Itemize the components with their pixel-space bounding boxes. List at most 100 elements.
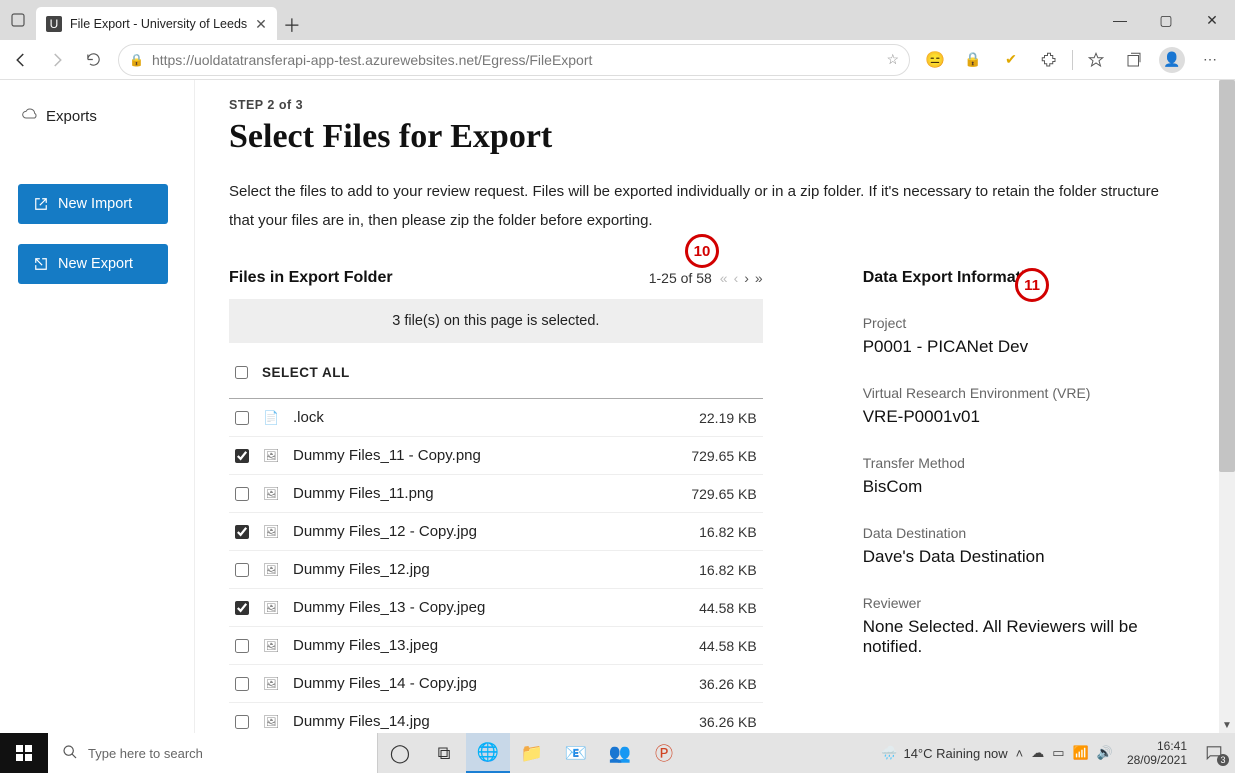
address-bar[interactable]: 🔒 https://uoldatatransferapi-app-test.az… bbox=[118, 44, 910, 76]
sidebar-item-exports[interactable]: Exports bbox=[18, 100, 176, 132]
forward-button[interactable] bbox=[40, 43, 74, 77]
minimize-button[interactable]: ― bbox=[1097, 0, 1143, 40]
time-text: 16:41 bbox=[1157, 739, 1187, 753]
cloud-sync-icon[interactable]: ☁ bbox=[1031, 745, 1044, 761]
clock[interactable]: 16:41 28/09/2021 bbox=[1127, 739, 1187, 768]
file-checkbox[interactable] bbox=[235, 563, 249, 577]
table-row: 📄.lock22.19 KB bbox=[229, 399, 763, 437]
image-file-icon: 🖼 bbox=[263, 676, 279, 692]
explorer-icon[interactable]: 📁 bbox=[510, 733, 554, 773]
task-view-icon[interactable]: ⧉ bbox=[422, 733, 466, 773]
file-size: 729.65 KB bbox=[677, 486, 757, 502]
file-checkbox[interactable] bbox=[235, 411, 249, 425]
main-content: STEP 2 of 3 Select Files for Export Sele… bbox=[195, 80, 1219, 733]
files-panel-title: Files in Export Folder bbox=[229, 269, 393, 287]
pager-first-icon[interactable]: « bbox=[720, 270, 728, 286]
notifications-icon[interactable]: 3 bbox=[1201, 743, 1227, 764]
pager-prev-icon[interactable]: ‹ bbox=[734, 270, 739, 286]
table-row: 🖼Dummy Files_13.jpeg44.58 KB bbox=[229, 627, 763, 665]
new-tab-button[interactable]: ＋ bbox=[277, 10, 307, 40]
file-name: Dummy Files_12 - Copy.jpg bbox=[293, 523, 663, 540]
extensions-icon[interactable] bbox=[1032, 43, 1066, 77]
ext-norton-icon[interactable]: 😑 bbox=[918, 43, 952, 77]
file-checkbox[interactable] bbox=[235, 449, 249, 463]
method-label: Transfer Method bbox=[863, 455, 1179, 471]
battery-icon[interactable]: ▭ bbox=[1052, 745, 1064, 761]
pager-last-icon[interactable]: » bbox=[755, 270, 763, 286]
browser-tab[interactable]: U File Export - University of Leeds ✕ bbox=[36, 7, 277, 41]
pager-range: 1-25 of 58 bbox=[649, 270, 712, 286]
select-all-checkbox[interactable] bbox=[235, 366, 248, 379]
file-name: Dummy Files_14 - Copy.jpg bbox=[293, 675, 663, 692]
page-title: Select Files for Export bbox=[229, 118, 1179, 156]
close-window-button[interactable]: ✕ bbox=[1189, 0, 1235, 40]
file-name: Dummy Files_11 - Copy.png bbox=[293, 447, 663, 464]
table-row: 🖼Dummy Files_12.jpg16.82 KB bbox=[229, 551, 763, 589]
titlebar: U File Export - University of Leeds ✕ ＋ … bbox=[0, 0, 1235, 40]
select-all-row[interactable]: SELECT ALL bbox=[229, 347, 763, 399]
page-description: Select the files to add to your review r… bbox=[229, 178, 1179, 235]
collections-icon[interactable] bbox=[1117, 43, 1151, 77]
method-value: BisCom bbox=[863, 477, 1179, 497]
tab-actions-icon[interactable] bbox=[4, 6, 32, 34]
file-checkbox[interactable] bbox=[235, 601, 249, 615]
profile-avatar[interactable]: 👤 bbox=[1155, 43, 1189, 77]
more-button[interactable]: ⋯ bbox=[1193, 43, 1227, 77]
image-file-icon: 🖼 bbox=[263, 600, 279, 616]
weather-text: 14°C Raining now bbox=[903, 746, 1007, 761]
edge-icon[interactable]: 🌐 bbox=[466, 733, 510, 773]
annotation-11: 11 bbox=[1015, 268, 1049, 302]
maximize-button[interactable]: ▢ bbox=[1143, 0, 1189, 40]
weather-widget[interactable]: 🌧️ 14°C Raining now bbox=[881, 745, 1007, 761]
image-file-icon: 🖼 bbox=[263, 638, 279, 654]
powerpoint-icon[interactable]: Ⓟ bbox=[642, 733, 686, 773]
file-name: Dummy Files_12.jpg bbox=[293, 561, 663, 578]
scroll-down-icon[interactable]: ▼ bbox=[1219, 717, 1235, 733]
pager-next-icon[interactable]: › bbox=[744, 270, 749, 286]
table-row: 🖼Dummy Files_13 - Copy.jpeg44.58 KB bbox=[229, 589, 763, 627]
start-button[interactable] bbox=[0, 733, 48, 773]
image-file-icon: 🖼 bbox=[263, 524, 279, 540]
ext-green-lock-icon[interactable]: 🔒 bbox=[956, 43, 990, 77]
scroll-thumb[interactable] bbox=[1219, 80, 1235, 472]
file-name: Dummy Files_14.jpg bbox=[293, 713, 663, 730]
file-size: 22.19 KB bbox=[677, 410, 757, 426]
tab-title: File Export - University of Leeds bbox=[70, 17, 247, 31]
new-import-button[interactable]: New Import bbox=[18, 184, 168, 224]
project-label: Project bbox=[863, 315, 1179, 331]
select-all-label: SELECT ALL bbox=[262, 365, 350, 380]
file-checkbox[interactable] bbox=[235, 487, 249, 501]
refresh-button[interactable] bbox=[76, 43, 110, 77]
date-text: 28/09/2021 bbox=[1127, 753, 1187, 767]
favorites-star-icon[interactable]: ☆ bbox=[886, 51, 899, 68]
tab-close-icon[interactable]: ✕ bbox=[255, 16, 267, 33]
file-size: 36.26 KB bbox=[677, 714, 757, 730]
chevron-up-icon[interactable]: ˄ bbox=[1016, 746, 1024, 761]
teams-icon[interactable]: 👥 bbox=[598, 733, 642, 773]
file-checkbox[interactable] bbox=[235, 525, 249, 539]
favorites-icon[interactable] bbox=[1079, 43, 1113, 77]
file-checkbox[interactable] bbox=[235, 639, 249, 653]
ext-checkmark-icon[interactable]: ✔ bbox=[994, 43, 1028, 77]
outlook-icon[interactable]: 📧 bbox=[554, 733, 598, 773]
sidebar-label: Exports bbox=[46, 108, 97, 125]
file-checkbox[interactable] bbox=[235, 715, 249, 729]
file-size: 36.26 KB bbox=[677, 676, 757, 692]
destination-value: Dave's Data Destination bbox=[863, 547, 1179, 567]
file-name: Dummy Files_11.png bbox=[293, 485, 663, 502]
sound-icon[interactable]: 🔊 bbox=[1097, 745, 1113, 761]
cortana-icon[interactable]: ◯ bbox=[378, 733, 422, 773]
vre-label: Virtual Research Environment (VRE) bbox=[863, 385, 1179, 401]
urlbar: 🔒 https://uoldatatransferapi-app-test.az… bbox=[0, 40, 1235, 80]
file-size: 16.82 KB bbox=[677, 524, 757, 540]
weather-icon: 🌧️ bbox=[881, 745, 897, 761]
table-row: 🖼 Dummy Files_14 - Copy.jpg 36.26 KB bbox=[229, 665, 763, 703]
new-export-button[interactable]: New Export bbox=[18, 244, 168, 284]
file-checkbox[interactable] bbox=[235, 677, 249, 691]
scrollbar[interactable]: ▲ ▼ bbox=[1219, 80, 1235, 733]
file-name: Dummy Files_13 - Copy.jpeg bbox=[293, 599, 663, 616]
wifi-icon[interactable]: 📶 bbox=[1073, 745, 1089, 761]
table-row: 🖼 Dummy Files_12 - Copy.jpg 16.82 KB bbox=[229, 513, 763, 551]
taskbar-search[interactable]: Type here to search bbox=[48, 733, 378, 773]
back-button[interactable] bbox=[4, 43, 38, 77]
